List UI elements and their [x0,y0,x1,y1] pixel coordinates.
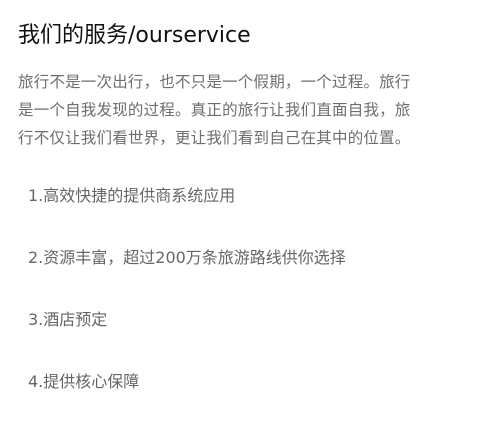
page-title: 我们的服务/ourservice [18,23,251,48]
service-list: 1.高效快捷的提供商系统应用 2.资源丰富，超过200万条旅游路线供你选择 3.… [28,184,488,432]
service-item-3: 3.酒店预定 [28,310,108,329]
service-item-1: 1.高效快捷的提供商系统应用 [28,186,236,205]
service-item-4: 4.提供核心保障 [28,372,140,391]
service-page: 我们的服务/ourservice 旅行不是一次出行，也不只是一个假期，一个过程。… [0,0,500,402]
intro-paragraph: 旅行不是一次出行，也不只是一个假期，一个过程。旅行是一个自我发现的过程。真正的旅… [18,73,411,147]
service-item-2: 2.资源丰富，超过200万条旅游路线供你选择 [28,248,346,267]
